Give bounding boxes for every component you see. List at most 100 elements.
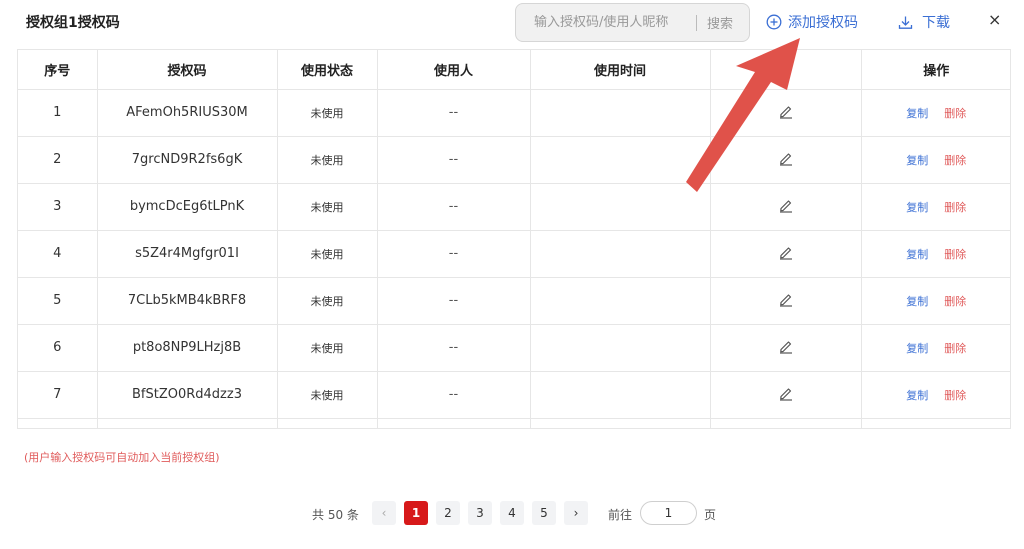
cell-actions: 复制 删除 (861, 136, 1010, 184)
cell-code: BfStZO0Rd4dzz3 (97, 371, 278, 419)
cell-code: bymcDcEg6tLPnK (97, 183, 278, 231)
plus-circle-icon (766, 14, 782, 30)
pagination: 共 50 条 ‹ 1 2 3 4 5 › 前往 页 (0, 501, 1024, 525)
cell-code: AFemOh5RIUS30M (97, 89, 278, 137)
download-label: 下载 (922, 15, 950, 31)
cell-index: 3 (18, 183, 98, 231)
cell-code: 7grcND9R2fs6gK (97, 136, 278, 184)
next-page-button[interactable]: › (564, 501, 588, 525)
pencil-icon[interactable] (778, 150, 794, 170)
pencil-icon[interactable] (778, 103, 794, 123)
delete-button[interactable]: 删除 (944, 342, 966, 355)
table-row (18, 418, 1010, 428)
cell-status: 未使用 (277, 277, 378, 325)
cell-time (530, 183, 711, 231)
cell-status: 未使用 (277, 324, 378, 372)
search-button[interactable]: 搜索 (707, 13, 733, 32)
copy-button[interactable]: 复制 (906, 248, 928, 261)
page-button-3[interactable]: 3 (468, 501, 492, 525)
pencil-icon[interactable] (778, 244, 794, 264)
cell-time (530, 371, 711, 419)
cell-index: 1 (18, 89, 98, 137)
cell-index: 2 (18, 136, 98, 184)
cell-edit (710, 324, 862, 372)
cell-actions: 复制 删除 (861, 230, 1010, 278)
table-row: 5 7CLb5kMB4kBRF8 未使用 -- 复制 删除 (18, 277, 1010, 325)
col-header-index: 序号 (18, 50, 98, 90)
cell-time (530, 324, 711, 372)
page-button-2[interactable]: 2 (436, 501, 460, 525)
cell-user: -- (377, 324, 531, 372)
cell-edit (710, 371, 862, 419)
page-button-5[interactable]: 5 (532, 501, 556, 525)
cell-actions: 复制 删除 (861, 324, 1010, 372)
delete-button[interactable]: 删除 (944, 295, 966, 308)
table-header-row: 序号 授权码 使用状态 使用人 使用时间 操作 (18, 50, 1010, 90)
cell-user: -- (377, 183, 531, 231)
cell-user: -- (377, 230, 531, 278)
cell-edit (710, 136, 862, 184)
cell-index: 5 (18, 277, 98, 325)
cell-edit (710, 89, 862, 137)
cell-user: -- (377, 89, 531, 137)
cell-edit (710, 277, 862, 325)
col-header-edit (710, 50, 862, 90)
cell-edit (710, 230, 862, 278)
delete-button[interactable]: 删除 (944, 154, 966, 167)
col-header-user: 使用人 (377, 50, 531, 90)
goto-page-input[interactable] (640, 501, 697, 525)
table-row: 6 pt8o8NP9LHzj8B 未使用 -- 复制 删除 (18, 324, 1010, 372)
table-row: 3 bymcDcEg6tLPnK 未使用 -- 复制 删除 (18, 183, 1010, 231)
page-button-4[interactable]: 4 (500, 501, 524, 525)
cell-code: s5Z4r4Mgfgr01I (97, 230, 278, 278)
cell-status: 未使用 (277, 230, 378, 278)
col-header-code: 授权码 (97, 50, 278, 90)
cell-index: 7 (18, 371, 98, 419)
table-row: 2 7grcND9R2fs6gK 未使用 -- 复制 删除 (18, 136, 1010, 184)
pencil-icon[interactable] (778, 385, 794, 405)
hint-note: (用户输入授权码可自动加入当前授权组) (24, 451, 220, 464)
copy-button[interactable]: 复制 (906, 342, 928, 355)
table-row: 4 s5Z4r4Mgfgr01I 未使用 -- 复制 删除 (18, 230, 1010, 278)
copy-button[interactable]: 复制 (906, 107, 928, 120)
cell-user: -- (377, 371, 531, 419)
dialog-title: 授权组1授权码 (26, 15, 120, 31)
codes-table: 序号 授权码 使用状态 使用人 使用时间 操作 1 AFemOh5RIUS30M 未… (17, 49, 1011, 429)
copy-button[interactable]: 复制 (906, 295, 928, 308)
download-button[interactable]: 下载 (898, 12, 950, 32)
delete-button[interactable]: 删除 (944, 248, 966, 261)
search-input[interactable] (534, 15, 692, 30)
cell-user: -- (377, 136, 531, 184)
cell-time (530, 230, 711, 278)
cell-edit (710, 183, 862, 231)
add-code-button[interactable]: 添加授权码 (766, 12, 858, 32)
pencil-icon[interactable] (778, 291, 794, 311)
cell-time (530, 89, 711, 137)
copy-button[interactable]: 复制 (906, 154, 928, 167)
delete-button[interactable]: 删除 (944, 201, 966, 214)
goto-label: 前往 (608, 508, 633, 522)
cell-status: 未使用 (277, 89, 378, 137)
col-header-actions: 操作 (861, 50, 1010, 90)
page-button-1[interactable]: 1 (404, 501, 428, 525)
cell-actions: 复制 删除 (861, 89, 1010, 137)
cell-time (530, 277, 711, 325)
close-icon[interactable]: × (988, 10, 1001, 29)
pencil-icon[interactable] (778, 197, 794, 217)
table-row: 7 BfStZO0Rd4dzz3 未使用 -- 复制 删除 (18, 371, 1010, 419)
pencil-icon[interactable] (778, 338, 794, 358)
delete-button[interactable]: 删除 (944, 107, 966, 120)
cell-status: 未使用 (277, 371, 378, 419)
cell-code: 7CLb5kMB4kBRF8 (97, 277, 278, 325)
page-unit-label: 页 (704, 508, 717, 522)
cell-actions: 复制 删除 (861, 183, 1010, 231)
cell-time (530, 136, 711, 184)
copy-button[interactable]: 复制 (906, 389, 928, 402)
copy-button[interactable]: 复制 (906, 201, 928, 214)
col-header-status: 使用状态 (277, 50, 378, 90)
cell-status: 未使用 (277, 183, 378, 231)
delete-button[interactable]: 删除 (944, 389, 966, 402)
cell-user: -- (377, 277, 531, 325)
prev-page-button[interactable]: ‹ (372, 501, 396, 525)
cell-code: pt8o8NP9LHzj8B (97, 324, 278, 372)
